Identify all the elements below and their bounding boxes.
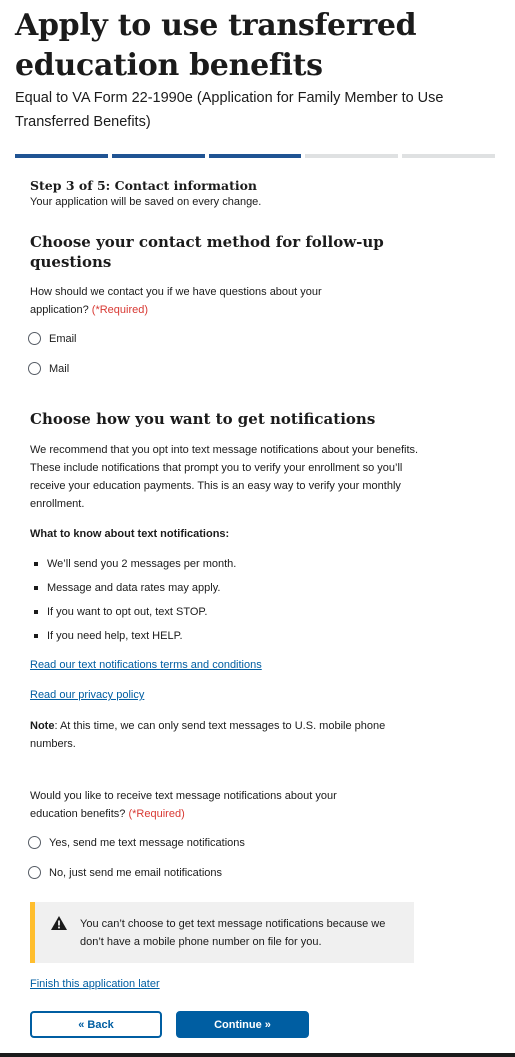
radio-button[interactable]: [28, 866, 41, 879]
warning-icon: [51, 916, 67, 930]
list-item: If you need help, text HELP.: [30, 624, 236, 648]
progress-segment-5: [402, 154, 495, 158]
finish-later-link[interactable]: Finish this application later: [30, 977, 160, 992]
note-text: Note: At this time, we can only send tex…: [30, 717, 420, 753]
page-title: Apply to use transferred education benef…: [15, 8, 417, 83]
step-title: Step 3 of 5: Contact information: [30, 178, 258, 193]
radio-email[interactable]: Email: [28, 332, 77, 345]
radio-button[interactable]: [28, 836, 41, 849]
radio-button[interactable]: [28, 332, 41, 345]
notifications-heading: Choose how you want to get notifications: [30, 410, 376, 428]
list-item: We’ll send you 2 messages per month.: [30, 552, 236, 576]
text-notifications-question: Would you like to receive text message n…: [30, 787, 360, 823]
required-marker: (*Required): [128, 808, 185, 820]
radio-label-mail: Mail: [49, 362, 70, 375]
note-body: : At this time, we can only send text me…: [30, 720, 386, 750]
progress-bar: [15, 154, 495, 158]
contact-method-heading: Choose your contact method for follow-up…: [30, 233, 384, 271]
progress-segment-3: [208, 154, 302, 158]
contact-method-question: How should we contact you if we have que…: [30, 283, 350, 319]
progress-segment-2: [111, 154, 205, 158]
radio-label-yes: Yes, send me text message notifications: [49, 836, 245, 849]
page-subtitle: Equal to VA Form 22-1990e (Application f…: [15, 90, 444, 130]
step-subtitle: Your application will be saved on every …: [30, 196, 262, 208]
alert-message: You can’t choose to get text message not…: [80, 918, 386, 948]
warning-alert: You can’t choose to get text message not…: [30, 902, 414, 963]
terms-link[interactable]: Read our text notifications terms and co…: [30, 658, 262, 673]
contact-method-question-text: How should we contact you if we have que…: [30, 286, 322, 316]
bottom-border: [0, 1053, 515, 1057]
text-notifications-list: We’ll send you 2 messages per month. Mes…: [30, 552, 236, 648]
radio-button[interactable]: [28, 362, 41, 375]
note-label: Note: [30, 720, 55, 732]
text-notifications-know-heading: What to know about text notifications:: [30, 528, 230, 540]
progress-segment-1: [15, 154, 108, 158]
radio-no-email[interactable]: No, just send me email notifications: [28, 866, 222, 879]
radio-yes-text[interactable]: Yes, send me text message notifications: [28, 836, 245, 849]
back-button[interactable]: « Back: [30, 1011, 162, 1038]
list-item: If you want to opt out, text STOP.: [30, 600, 236, 624]
radio-label-no: No, just send me email notifications: [49, 866, 223, 879]
list-item: Message and data rates may apply.: [30, 576, 236, 600]
notifications-intro: We recommend that you opt into text mess…: [30, 444, 419, 510]
progress-segment-4: [305, 154, 399, 158]
radio-label-email: Email: [49, 332, 77, 345]
required-marker: (*Required): [91, 304, 149, 316]
privacy-policy-link[interactable]: Read our privacy policy: [30, 688, 144, 703]
continue-button[interactable]: Continue »: [176, 1011, 309, 1038]
radio-mail[interactable]: Mail: [28, 362, 69, 375]
